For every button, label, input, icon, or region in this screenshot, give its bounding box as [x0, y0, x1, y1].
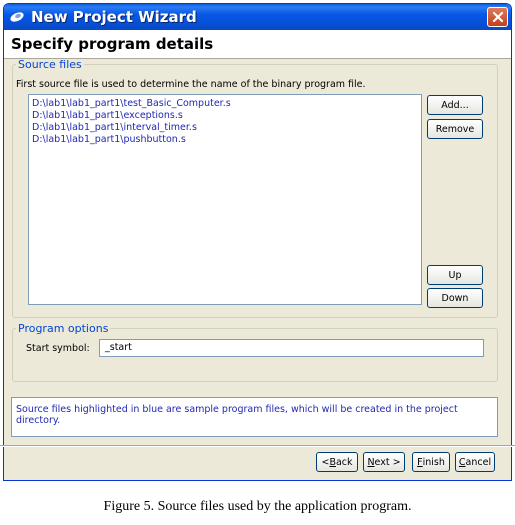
footer-divider	[0, 445, 515, 447]
up-button[interactable]: Up	[427, 265, 483, 285]
list-item[interactable]: D:\lab1\lab1_part1\pushbutton.s	[32, 134, 421, 146]
start-symbol-input[interactable]: _start	[99, 339, 484, 357]
cancel-button[interactable]: Cancel	[455, 452, 495, 472]
page-header: Specify program details	[4, 30, 511, 59]
page-title: Specify program details	[11, 35, 214, 53]
list-item[interactable]: D:\lab1\lab1_part1\interval_timer.s	[32, 122, 421, 134]
cancel-mnemonic: C	[458, 456, 466, 468]
eclipse-pin-icon	[9, 9, 27, 25]
list-item[interactable]: D:\lab1\lab1_part1\exceptions.s	[32, 110, 421, 122]
close-x-icon	[492, 11, 503, 23]
add-button[interactable]: Add...	[427, 95, 483, 115]
finish-label-rest: inish	[422, 456, 445, 468]
next-mnemonic: N	[367, 456, 375, 468]
source-files-note: First source file is used to determine t…	[16, 79, 366, 90]
title-bar[interactable]: New Project Wizard	[4, 4, 511, 30]
back-button[interactable]: < Back	[316, 452, 358, 472]
remove-button[interactable]: Remove	[427, 119, 483, 139]
next-label-rest: ext >	[374, 456, 401, 468]
back-label-rest: ack	[335, 456, 353, 468]
figure-caption: Figure 5. Source files used by the appli…	[103, 499, 412, 514]
start-symbol-label: Start symbol:	[26, 343, 90, 354]
source-files-legend: Source files	[18, 58, 82, 71]
next-button[interactable]: Next >	[363, 452, 405, 472]
cancel-label-rest: ancel	[465, 456, 492, 468]
close-button[interactable]	[487, 7, 508, 27]
program-options-legend: Program options	[18, 322, 109, 335]
window-title: New Project Wizard	[31, 8, 197, 26]
info-message-box: Source files highlighted in blue are sam…	[11, 397, 498, 437]
back-label-prefix: <	[321, 456, 330, 468]
source-files-list[interactable]: D:\lab1\lab1_part1\test_Basic_Computer.s…	[28, 94, 422, 305]
finish-button[interactable]: Finish	[412, 452, 450, 472]
list-item[interactable]: D:\lab1\lab1_part1\test_Basic_Computer.s	[32, 98, 421, 110]
down-button[interactable]: Down	[427, 288, 483, 308]
